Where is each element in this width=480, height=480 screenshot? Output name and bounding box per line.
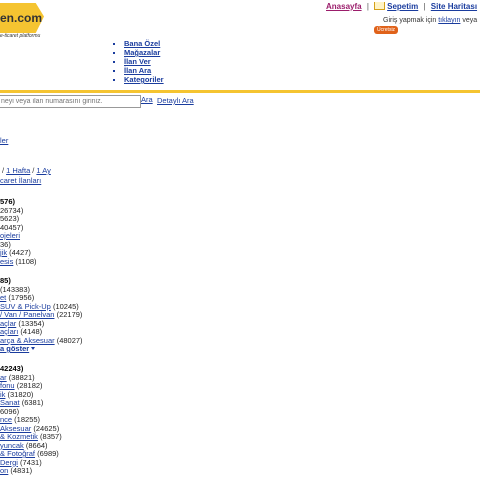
- login-prompt: Giriş yapmak için tıklayın veya: [383, 17, 477, 24]
- login-suffix: veya: [460, 17, 478, 24]
- menu-item-ilan-ara: İlan Ara: [124, 66, 164, 75]
- home-link[interactable]: Anasayfa: [326, 2, 362, 11]
- ecommerce-listings-link[interactable]: caret İlanları: [0, 176, 41, 185]
- list-item[interactable]: esis (1108): [0, 257, 37, 267]
- menu-link[interactable]: İlan Ara: [124, 66, 151, 75]
- menu-item-magazalar: Mağazalar: [124, 48, 164, 57]
- nav-separator: |: [366, 2, 369, 11]
- category-group-1: 576) 26734) 5623) 40457) ojeleri 36) jik…: [0, 197, 37, 267]
- category-group-2: 85) (143383) et (17956) SUV & Pick-Up (1…: [0, 276, 83, 354]
- advanced-search-link[interactable]: Detaylı Ara: [157, 96, 194, 105]
- section-link[interactable]: ler: [0, 136, 8, 145]
- nav-separator: |: [423, 2, 426, 11]
- show-more-link[interactable]: a göster: [0, 344, 83, 354]
- cart-icon[interactable]: [374, 2, 386, 10]
- menu-item-kategoriler: Kategoriler: [124, 75, 164, 84]
- login-prefix: Giriş yapmak için: [383, 17, 439, 24]
- time-filter: /1 Hafta/1 Ay: [0, 166, 51, 175]
- menu-item-bana-ozel: Bana Özel: [124, 39, 164, 48]
- top-navigation: Anasayfa | Sepetim | Site Haritası | T: [326, 2, 480, 11]
- menu-link[interactable]: İlan Ver: [124, 57, 151, 66]
- search-input[interactable]: [0, 95, 141, 108]
- filter-1-week[interactable]: 1 Hafta: [6, 166, 30, 175]
- logo-tagline: e-ticaret platformu: [0, 33, 41, 39]
- cart-link[interactable]: Sepetim: [387, 2, 418, 11]
- menu-link[interactable]: Kategoriler: [124, 75, 164, 84]
- logo-text[interactable]: en.com: [0, 11, 42, 25]
- menu-link[interactable]: Mağazalar: [124, 48, 160, 57]
- filter-1-month[interactable]: 1 Ay: [36, 166, 50, 175]
- menu-link[interactable]: Bana Özel: [124, 39, 160, 48]
- sitemap-link[interactable]: Site Haritası: [431, 2, 477, 11]
- login-link[interactable]: tıklayın: [438, 17, 460, 24]
- search-button[interactable]: Ara: [141, 95, 153, 104]
- chevron-down-icon: [31, 347, 36, 350]
- menu-item-ilan-ver: İlan Ver: [124, 57, 164, 66]
- main-menu: Bana Özel Mağazalar İlan Ver İlan Ara Ka…: [114, 39, 164, 84]
- category-group-3: 42243) ar (38821) fonu (28182) ik (31820…: [0, 364, 62, 476]
- header-divider: [0, 90, 480, 93]
- filter-separator: /: [2, 166, 5, 175]
- filter-separator: /: [32, 166, 35, 175]
- free-register-badge[interactable]: Ücretsiz: [374, 26, 399, 34]
- list-item[interactable]: on (4831): [0, 466, 62, 476]
